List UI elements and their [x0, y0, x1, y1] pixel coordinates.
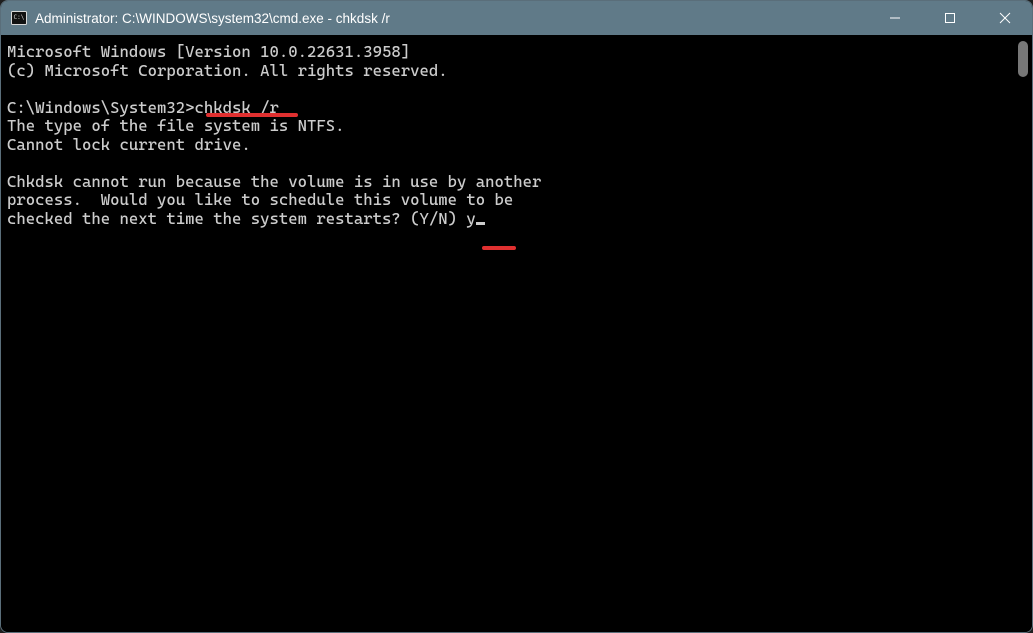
- terminal[interactable]: Microsoft Windows [Version 10.0.22631.39…: [1, 35, 1014, 632]
- terminal-line: process. Would you like to schedule this…: [7, 190, 513, 209]
- minimize-button[interactable]: [867, 1, 922, 35]
- terminal-line: Microsoft Windows [Version 10.0.22631.39…: [7, 42, 410, 61]
- cmd-icon: C:\: [11, 10, 27, 26]
- terminal-line: (c) Microsoft Corporation. All rights re…: [7, 61, 448, 80]
- terminal-line: Chkdsk cannot run because the volume is …: [7, 172, 541, 191]
- cmd-window: C:\ Administrator: C:\WINDOWS\system32\c…: [0, 0, 1033, 633]
- close-button[interactable]: [977, 1, 1032, 35]
- scrollbar-track: [1018, 41, 1028, 626]
- window-controls: [867, 1, 1032, 35]
- text-cursor: [476, 222, 485, 225]
- prompt: C:\Windows\System32>: [7, 98, 195, 117]
- title-bar[interactable]: C:\ Administrator: C:\WINDOWS\system32\c…: [1, 1, 1032, 35]
- window-title: Administrator: C:\WINDOWS\system32\cmd.e…: [35, 11, 867, 26]
- client-area: Microsoft Windows [Version 10.0.22631.39…: [1, 35, 1032, 632]
- terminal-line: Cannot lock current drive.: [7, 135, 251, 154]
- vertical-scrollbar[interactable]: [1018, 41, 1028, 626]
- terminal-line: checked the next time the system restart…: [7, 209, 466, 228]
- user-answer: y: [466, 209, 475, 228]
- terminal-line: The type of the file system is NTFS.: [7, 116, 345, 135]
- maximize-button[interactable]: [922, 1, 977, 35]
- scrollbar-thumb[interactable]: [1018, 41, 1028, 77]
- annotation-underline-answer: [482, 246, 516, 250]
- annotation-underline-command: [206, 113, 298, 117]
- svg-text:C:\: C:\: [14, 14, 25, 21]
